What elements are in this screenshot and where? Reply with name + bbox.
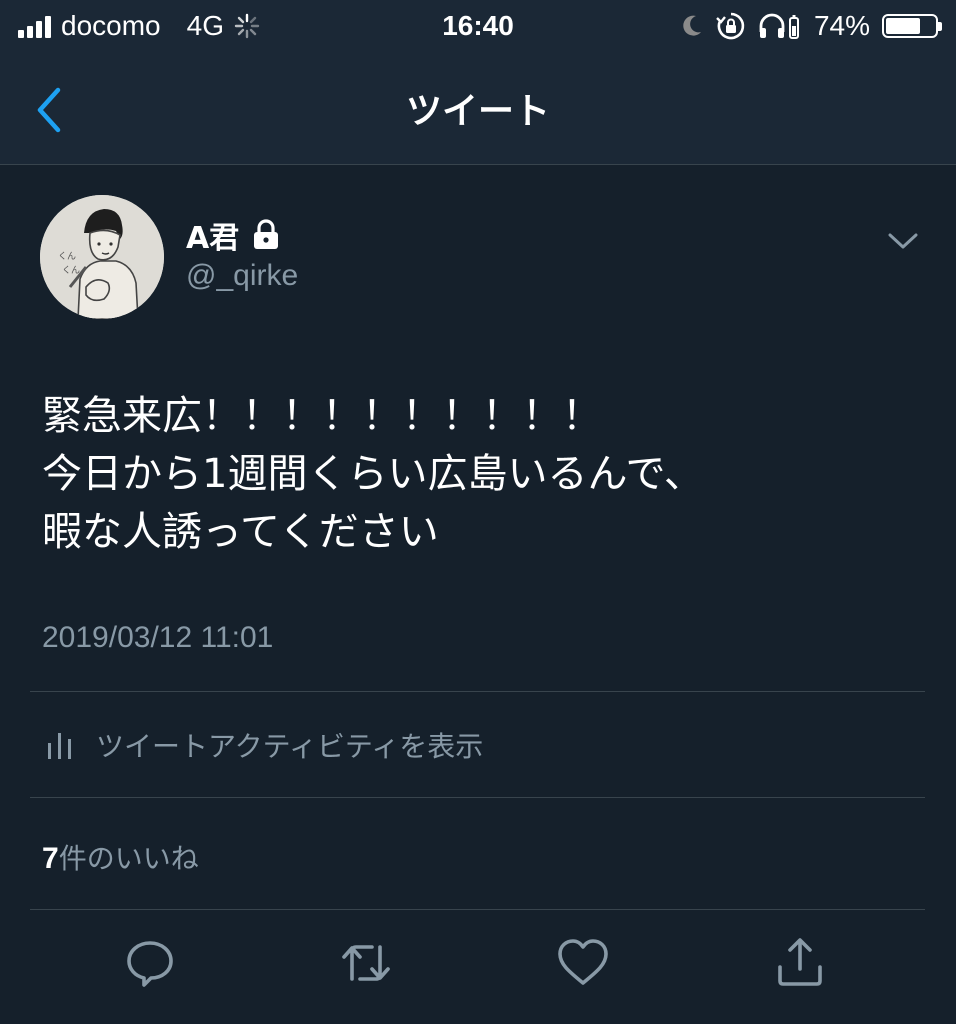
display-name[interactable]: A君 [186,213,239,257]
author-row: A君 [186,213,281,257]
tweet-activity-link[interactable]: ツイートアクティビティを表示 [46,725,483,765]
chevron-down-icon[interactable] [886,229,920,253]
divider [30,691,925,692]
avatar-illustration: くん くん [40,195,164,319]
rotation-lock-icon [716,12,745,40]
tweet-timestamp: 2019/03/12 11:01 [42,621,274,654]
tweet-activity-label: ツイートアクティビティを表示 [96,730,484,763]
user-handle[interactable]: @_qirke [186,259,298,293]
svg-text:くん: くん [58,251,76,262]
avatar[interactable]: くん くん [40,195,164,319]
divider [30,797,925,798]
reply-icon[interactable] [122,935,178,991]
likes-label: 件のいいね [58,842,199,875]
likes-count-link[interactable]: 7件のいいね [42,837,199,877]
navigation-bar: ツイート [0,60,956,165]
svg-text:くん: くん [62,265,80,276]
battery-level-fill [886,18,921,34]
page-title: ツイート [405,91,550,132]
tweet-text-line: 緊急来広！！！！！！！！！！ [42,393,602,439]
likes-count: 7 [42,842,59,875]
tweet-text: 緊急来広！！！！！！！！！！ 今日から1週間くらい広島いるんで、 暇な人誘ってく… [42,387,922,561]
like-icon[interactable] [555,935,611,991]
divider [30,909,925,910]
retweet-icon[interactable] [338,935,394,991]
bar-chart-icon [48,733,71,759]
status-bar-right: 74% [680,10,942,42]
status-bar: docomo 4G 16:40 74% [0,0,956,60]
share-icon[interactable] [772,935,828,991]
tweet-action-bar [0,935,956,1007]
headphones-icon [759,13,799,39]
tweet-text-line: 暇な人誘ってください [42,509,439,555]
battery-icon [882,14,942,38]
tweet-text-line: 今日から1週間くらい広島いるんで、 [42,451,704,497]
battery-percent: 74% [813,10,870,41]
moon-icon [683,15,701,36]
lock-icon [254,219,279,249]
